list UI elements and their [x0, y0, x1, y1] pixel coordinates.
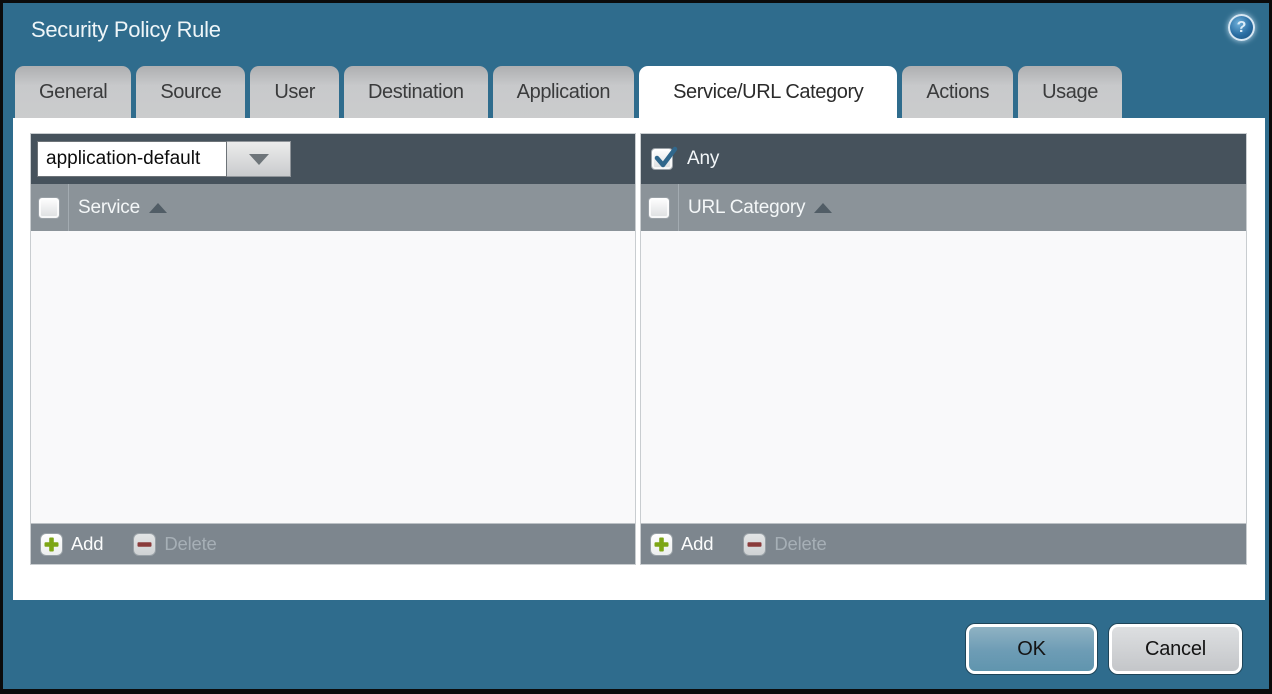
tab-application[interactable]: Application: [493, 66, 634, 118]
service-type-dropdown-trigger[interactable]: [227, 141, 291, 177]
service-add-button[interactable]: Add: [40, 533, 103, 556]
tab-source[interactable]: Source: [136, 66, 245, 118]
service-footer: Add Delete: [31, 523, 635, 564]
minus-icon: [743, 533, 766, 556]
dialog-title: Security Policy Rule: [31, 17, 221, 43]
service-list[interactable]: [31, 231, 635, 523]
url-category-list[interactable]: [641, 231, 1246, 523]
url-category-column-header[interactable]: URL Category: [641, 184, 1246, 231]
plus-icon: [650, 533, 673, 556]
minus-icon: [133, 533, 156, 556]
plus-icon: [40, 533, 63, 556]
column-separator: [678, 184, 679, 231]
url-category-panel: Any URL Category: [640, 133, 1247, 565]
delete-button-label: Delete: [774, 533, 826, 555]
cancel-button[interactable]: Cancel: [1109, 624, 1242, 674]
tab-bar: General Source User Destination Applicat…: [15, 66, 1122, 118]
add-button-label: Add: [71, 533, 103, 555]
help-button[interactable]: ?: [1228, 14, 1255, 41]
tab-service-url-category[interactable]: Service/URL Category: [639, 66, 897, 118]
ok-button[interactable]: OK: [966, 624, 1097, 674]
question-mark-icon: ?: [1237, 19, 1247, 37]
url-category-column-label: URL Category: [688, 197, 805, 219]
security-policy-rule-dialog: Security Policy Rule ? General Source Us…: [0, 0, 1272, 694]
any-checkbox[interactable]: [651, 148, 673, 170]
service-type-input[interactable]: [37, 141, 227, 177]
url-category-footer: Add Delete: [641, 523, 1246, 564]
url-category-delete-button[interactable]: Delete: [743, 533, 826, 556]
checkmark-icon: [653, 145, 679, 176]
any-checkbox-label: Any: [687, 148, 719, 170]
chevron-down-icon: [249, 154, 269, 165]
service-select-all-checkbox[interactable]: [38, 197, 60, 219]
tab-usage[interactable]: Usage: [1018, 66, 1122, 118]
sort-ascending-icon: [149, 203, 167, 213]
tab-actions[interactable]: Actions: [902, 66, 1013, 118]
service-panel: Service Add: [30, 133, 636, 565]
dialog-frame: Security Policy Rule ? General Source Us…: [3, 3, 1269, 689]
url-category-select-all-checkbox[interactable]: [648, 197, 670, 219]
tab-content-area: Service Add: [13, 118, 1265, 600]
service-type-dropdown: [37, 141, 291, 177]
service-column-label: Service: [78, 197, 140, 219]
service-toolbar: [31, 134, 635, 184]
tab-user[interactable]: User: [250, 66, 339, 118]
delete-button-label: Delete: [164, 533, 216, 555]
tab-general[interactable]: General: [15, 66, 131, 118]
column-separator: [68, 184, 69, 231]
tab-destination[interactable]: Destination: [344, 66, 488, 118]
add-button-label: Add: [681, 533, 713, 555]
sort-ascending-icon: [814, 203, 832, 213]
service-column-header[interactable]: Service: [31, 184, 635, 231]
url-category-add-button[interactable]: Add: [650, 533, 713, 556]
url-category-toolbar: Any: [641, 134, 1246, 184]
service-delete-button[interactable]: Delete: [133, 533, 216, 556]
